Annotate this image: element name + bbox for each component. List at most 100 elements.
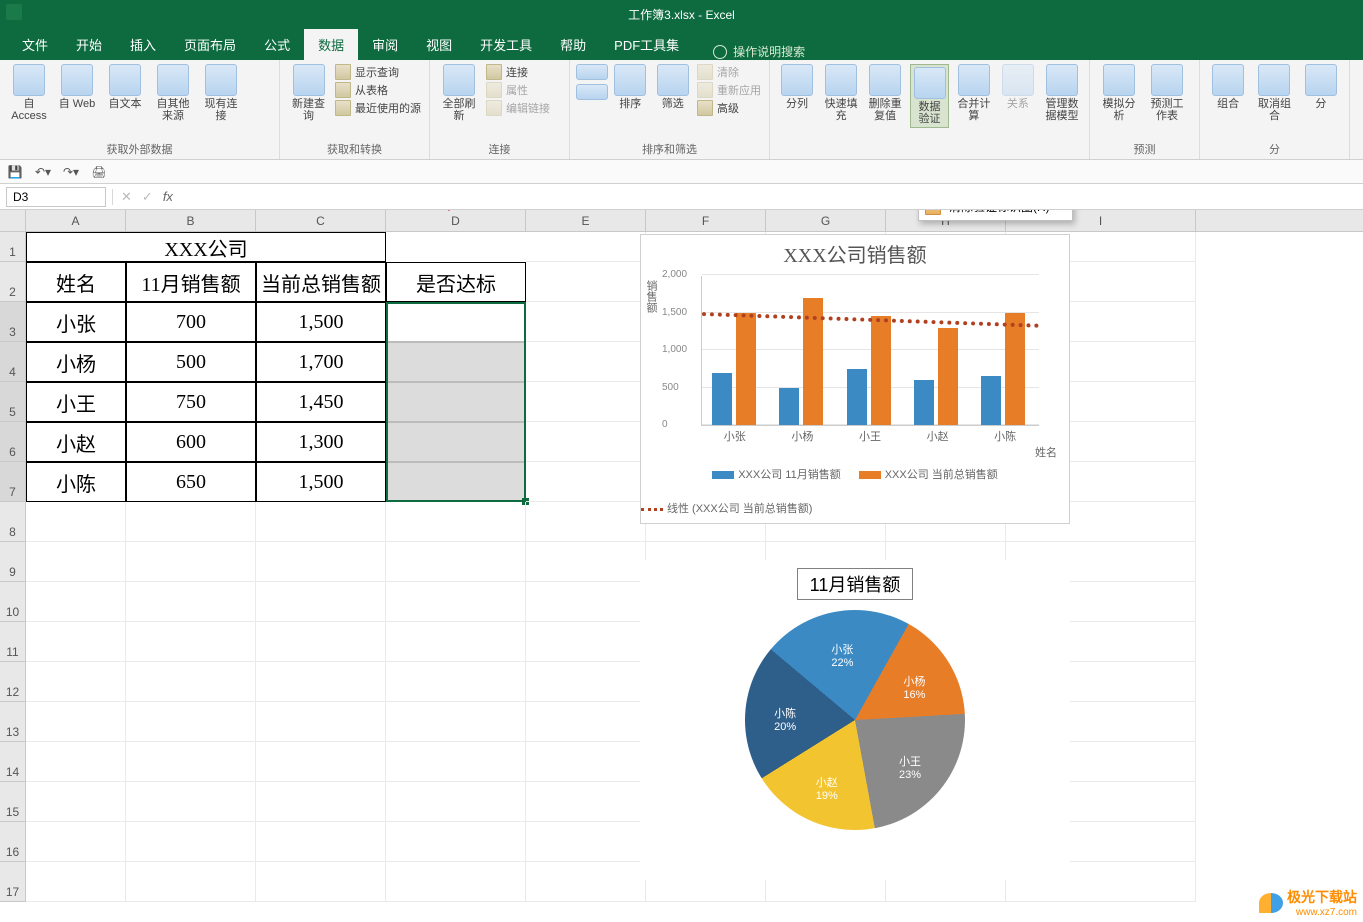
row-header[interactable]: 6 (0, 422, 26, 462)
row-header[interactable]: 1 (0, 232, 26, 262)
grid-cell[interactable] (126, 542, 256, 582)
name-cell[interactable]: 小陈 (26, 462, 126, 502)
nov-cell[interactable]: 750 (126, 382, 256, 422)
nov-cell[interactable]: 650 (126, 462, 256, 502)
col-header-F[interactable]: F (646, 210, 766, 231)
reapply-button[interactable]: 重新应用 (697, 82, 761, 98)
grid-cell[interactable] (526, 542, 646, 582)
col-header-A[interactable]: A (26, 210, 126, 231)
total-cell[interactable]: 1,300 (256, 422, 386, 462)
row-header[interactable]: 4 (0, 342, 26, 382)
target-cell[interactable] (386, 422, 526, 462)
row-header[interactable]: 13 (0, 702, 26, 742)
from-table-button[interactable]: 从表格 (335, 82, 421, 98)
column-headers[interactable]: ABCDEFGHI (26, 210, 1363, 232)
name-cell[interactable]: 小杨 (26, 342, 126, 382)
nov-cell[interactable]: 500 (126, 342, 256, 382)
existing-conn-button[interactable]: 现有连接 (200, 64, 242, 122)
grid-cell[interactable] (386, 862, 526, 902)
cancel-icon[interactable]: ✕ (121, 189, 132, 205)
grid-cell[interactable] (26, 542, 126, 582)
row-header[interactable]: 7 (0, 462, 26, 502)
grid-cell[interactable] (256, 742, 386, 782)
col-header-D[interactable]: D (386, 210, 526, 231)
header-cell[interactable]: 姓名 (26, 262, 126, 302)
tab-home[interactable]: 开始 (62, 29, 116, 60)
sort-button[interactable]: 排序 (612, 64, 649, 110)
nov-cell[interactable]: 700 (126, 302, 256, 342)
row-header[interactable]: 15 (0, 782, 26, 822)
grid-cell[interactable] (386, 542, 526, 582)
grid-cell[interactable] (526, 342, 646, 382)
grid-cell[interactable] (386, 822, 526, 862)
advanced-filter-button[interactable]: 高级 (697, 100, 761, 116)
grid-cell[interactable] (386, 502, 526, 542)
row-header[interactable]: 8 (0, 502, 26, 542)
grid-cell[interactable] (126, 702, 256, 742)
header-cell[interactable]: 11月销售额 (126, 262, 256, 302)
grid-cell[interactable] (126, 742, 256, 782)
grid-cell[interactable] (526, 662, 646, 702)
pie-chart-embed[interactable]: 11月销售额 小张22%小杨16%小王23%小赵19%小陈20% (640, 560, 1070, 880)
tab-view[interactable]: 视图 (412, 29, 466, 60)
connections-button[interactable]: 连接 (486, 64, 550, 80)
tab-formula[interactable]: 公式 (250, 29, 304, 60)
grid-cell[interactable] (126, 782, 256, 822)
target-cell[interactable] (386, 382, 526, 422)
grid-cell[interactable] (26, 702, 126, 742)
target-cell[interactable] (386, 462, 526, 502)
bar-chart-embed[interactable]: XXX公司销售额 销售额 05001,0001,5002,000 小张小杨小王小… (640, 234, 1070, 524)
undo-icon[interactable]: ↶▾ (34, 163, 52, 181)
grid-cell[interactable] (126, 662, 256, 702)
grid-cell[interactable] (526, 302, 646, 342)
grid-cell[interactable] (26, 582, 126, 622)
row-header[interactable]: 16 (0, 822, 26, 862)
grid-cell[interactable] (526, 862, 646, 902)
name-cell[interactable]: 小赵 (26, 422, 126, 462)
data-model-button[interactable]: 管理数据模型 (1043, 64, 1081, 122)
target-cell[interactable] (386, 342, 526, 382)
grid-cell[interactable] (386, 782, 526, 822)
grid-cell[interactable] (126, 822, 256, 862)
row-header[interactable]: 5 (0, 382, 26, 422)
filter-button[interactable]: 筛选 (655, 64, 692, 110)
grid-cell[interactable] (526, 382, 646, 422)
grid-cell[interactable] (526, 232, 646, 262)
grid-cell[interactable] (526, 502, 646, 542)
grid-cell[interactable] (256, 582, 386, 622)
grid-cell[interactable] (526, 582, 646, 622)
row-header[interactable]: 3 (0, 302, 26, 342)
show-query-button[interactable]: 显示查询 (335, 64, 421, 80)
grid-cell[interactable] (26, 862, 126, 902)
tab-layout[interactable]: 页面布局 (170, 29, 250, 60)
col-header-E[interactable]: E (526, 210, 646, 231)
row-header[interactable]: 2 (0, 262, 26, 302)
redo-icon[interactable]: ↷▾ (62, 163, 80, 181)
grid-cell[interactable] (526, 462, 646, 502)
save-icon[interactable]: 💾 (6, 163, 24, 181)
grid-cell[interactable] (256, 822, 386, 862)
grid-cell[interactable] (526, 262, 646, 302)
grid-cell[interactable] (386, 662, 526, 702)
row-header[interactable]: 12 (0, 662, 26, 702)
grid-cell[interactable] (26, 502, 126, 542)
forecast-sheet-button[interactable]: 预测工作表 (1146, 64, 1188, 122)
grid-cell[interactable] (386, 582, 526, 622)
tab-help[interactable]: 帮助 (546, 29, 600, 60)
tab-review[interactable]: 审阅 (358, 29, 412, 60)
grid-cell[interactable] (386, 702, 526, 742)
tab-insert[interactable]: 插入 (116, 29, 170, 60)
row-header[interactable]: 14 (0, 742, 26, 782)
recent-sources-button[interactable]: 最近使用的源 (335, 100, 421, 116)
tab-pdf[interactable]: PDF工具集 (600, 29, 693, 60)
grid-cell[interactable] (526, 782, 646, 822)
remove-duplicates-button[interactable]: 删除重复值 (866, 64, 904, 122)
select-all-corner[interactable] (0, 210, 26, 232)
grid-cell[interactable] (126, 862, 256, 902)
grid-cell[interactable] (126, 622, 256, 662)
fx-icon[interactable]: fx (163, 189, 173, 204)
grid-cell[interactable] (256, 862, 386, 902)
grid-cell[interactable] (26, 662, 126, 702)
new-query-button[interactable]: 新建查询 (288, 64, 329, 122)
grid-cell[interactable] (526, 622, 646, 662)
